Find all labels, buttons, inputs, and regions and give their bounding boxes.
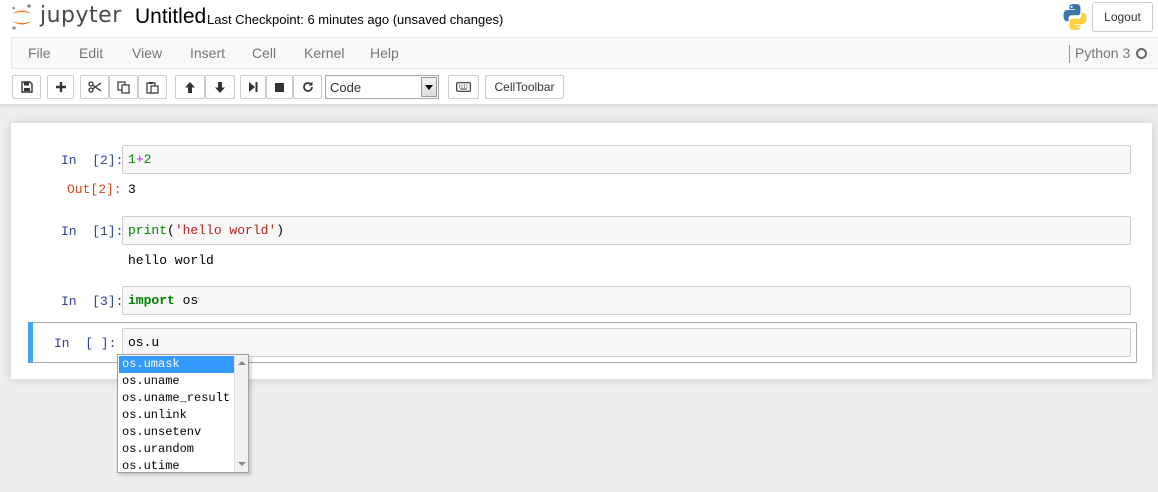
top-bar: jupyter Untitled Last Checkpoint: 6 minu… — [0, 0, 1158, 36]
autocomplete-item[interactable]: os.unsetenv — [119, 424, 235, 441]
code-token: + — [135, 152, 144, 167]
code-token: import — [128, 293, 175, 308]
menu-kernel[interactable]: Kernel — [304, 38, 344, 68]
cell-type-select[interactable]: Code — [325, 75, 439, 99]
cell-1-output: 3 — [128, 182, 136, 197]
dropdown-arrow-icon[interactable] — [421, 77, 437, 97]
menu-file[interactable]: File — [28, 38, 51, 68]
autocomplete-item[interactable]: os.uname_result — [119, 390, 235, 407]
cell-4-input[interactable]: os.u — [122, 328, 1131, 357]
autocomplete-item[interactable]: os.unlink — [119, 407, 235, 424]
save-button[interactable] — [12, 75, 41, 99]
autocomplete-list[interactable]: os.umask os.uname os.uname_result os.unl… — [117, 354, 249, 473]
paste-icon — [146, 81, 159, 94]
insert-cell-button[interactable] — [47, 75, 74, 99]
cell-3-input[interactable]: import os — [122, 286, 1131, 315]
autocomplete-item[interactable]: os.umask — [119, 356, 235, 373]
kernel-name: Python 3 — [1069, 45, 1130, 63]
cell-type-value: Code — [330, 80, 362, 95]
code-token: 1 — [128, 152, 136, 167]
cell-1-out-prompt: Out[2]: — [67, 182, 122, 197]
stop-button[interactable] — [266, 75, 293, 99]
code-token: os.u — [128, 335, 160, 350]
cut-button[interactable] — [80, 75, 109, 99]
autocomplete-item[interactable]: os.urandom — [119, 441, 235, 458]
save-icon — [20, 81, 33, 93]
cut-icon — [87, 81, 101, 93]
move-down-button[interactable] — [205, 75, 235, 99]
copy-button[interactable] — [109, 75, 138, 99]
paste-button[interactable] — [138, 75, 167, 99]
scroll-down-icon[interactable] — [238, 460, 246, 468]
logout-button[interactable]: Logout — [1092, 2, 1153, 32]
code-token: 'hello world' — [174, 223, 277, 238]
stop-icon — [275, 82, 284, 92]
autocomplete-scrollbar[interactable] — [234, 355, 248, 472]
restart-icon — [302, 81, 313, 92]
selected-cell-indicator — [28, 322, 33, 363]
menu-bar: File Edit View Insert Cell Kernel Help P… — [11, 37, 1158, 69]
code-token: ) — [276, 223, 285, 238]
celltoolbar-button[interactable]: CellToolbar — [485, 75, 564, 99]
command-palette-button[interactable] — [448, 75, 479, 99]
kernel-idle-indicator — [1136, 48, 1147, 59]
arrow-down-icon — [215, 81, 225, 93]
checkpoint-status: Last Checkpoint: 6 minutes ago (unsaved … — [207, 12, 504, 27]
restart-button[interactable] — [293, 75, 322, 99]
cell-2-in-prompt: In [1]: — [61, 224, 124, 239]
cell-1-input[interactable]: 1+2 — [122, 145, 1131, 174]
menu-cell[interactable]: Cell — [252, 38, 276, 68]
header: jupyter Untitled Last Checkpoint: 6 minu… — [0, 0, 1158, 104]
keyboard-icon — [456, 82, 471, 92]
arrow-up-icon — [185, 81, 195, 93]
move-up-button[interactable] — [175, 75, 205, 99]
cell-2-input[interactable]: print('hello world') — [122, 216, 1131, 245]
notebook-name[interactable]: Untitled — [135, 5, 206, 29]
plus-icon — [55, 82, 66, 92]
code-token: print — [128, 223, 168, 238]
cell-3-in-prompt: In [3]: — [61, 294, 124, 309]
jupyter-logo-icon — [12, 4, 32, 30]
scroll-up-icon[interactable] — [238, 359, 246, 367]
run-button[interactable] — [240, 75, 266, 99]
cell-2-output: hello world — [128, 253, 214, 268]
menu-edit[interactable]: Edit — [79, 38, 103, 68]
autocomplete-item[interactable]: os.utime — [119, 458, 235, 475]
python-logo-icon — [1063, 4, 1087, 30]
logo-text: jupyter — [40, 3, 122, 28]
autocomplete-item[interactable]: os.uname — [119, 373, 235, 390]
code-token: ( — [167, 223, 175, 238]
code-token: 2 — [143, 152, 152, 167]
menu-insert[interactable]: Insert — [190, 38, 225, 68]
cell-1-in-prompt: In [2]: — [61, 153, 124, 168]
menu-help[interactable]: Help — [370, 38, 399, 68]
jupyter-logo[interactable]: jupyter — [10, 3, 121, 31]
run-icon — [249, 82, 258, 92]
copy-icon — [117, 80, 130, 94]
menu-view[interactable]: View — [132, 38, 162, 68]
code-token: os — [174, 293, 199, 308]
cell-4-in-prompt: In [ ]: — [54, 336, 117, 351]
